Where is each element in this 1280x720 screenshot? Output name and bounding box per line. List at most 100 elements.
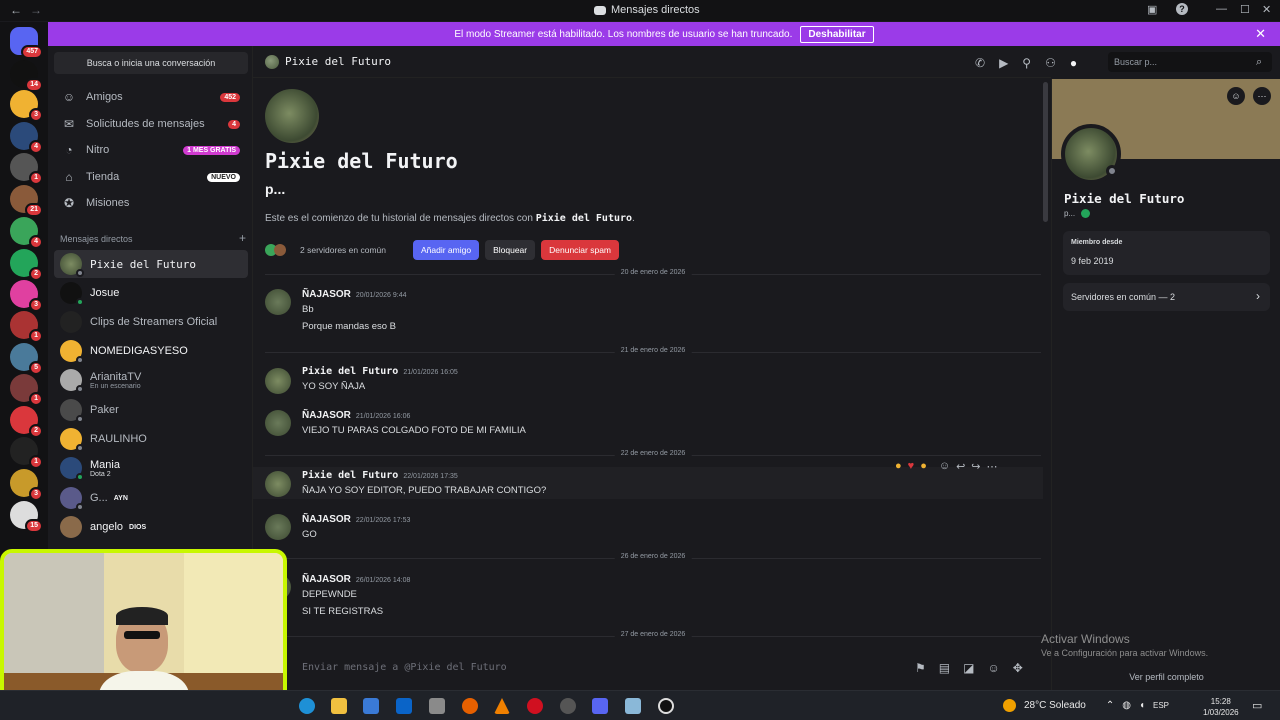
- clock[interactable]: 15:28 1/03/2026: [1203, 696, 1239, 718]
- opera-icon[interactable]: [527, 698, 543, 714]
- discord-icon[interactable]: [592, 698, 608, 714]
- dm-item[interactable]: RAULINHO: [54, 425, 248, 453]
- avatar[interactable]: [265, 514, 291, 540]
- message-input[interactable]: Enviar mensaje a @Pixie del Futuro: [302, 662, 507, 673]
- message-group[interactable]: ÑAJASOR 21/01/2026 16:06 VIEJO TU PARAS C…: [253, 410, 1043, 440]
- server-icon[interactable]: 5: [10, 343, 43, 375]
- add-friend-button[interactable]: Añadir amigo: [413, 240, 480, 260]
- laugh-reaction-icon[interactable]: ●: [895, 460, 902, 473]
- dm-item[interactable]: Mania Dota 2: [54, 454, 248, 482]
- profile-avatar[interactable]: [1061, 124, 1121, 184]
- server-icon[interactable]: 457: [10, 27, 43, 59]
- message-group[interactable]: Pixie del Futuro 21/01/2026 16:05 YO SOY …: [253, 366, 1043, 396]
- sidebar-item-nitro[interactable]: ◔ Nitro 1 MES GRATIS: [54, 137, 248, 163]
- report-spam-button[interactable]: Denunciar spam: [541, 240, 620, 260]
- voice-call-icon[interactable]: ✆: [975, 56, 985, 70]
- minimize-button[interactable]: —: [1216, 3, 1227, 15]
- app-icon[interactable]: [429, 698, 445, 714]
- sidebar-item-quests[interactable]: ✪ Misiones: [54, 190, 248, 216]
- chat-scrollbar[interactable]: [1043, 82, 1048, 222]
- dm-item[interactable]: NOMEDIGASYESO: [54, 337, 248, 365]
- lang-indicator[interactable]: ESP: [1153, 701, 1169, 710]
- pin-icon[interactable]: ⚲: [1022, 56, 1031, 70]
- reply-icon[interactable]: ↩: [956, 460, 965, 473]
- server-icon[interactable]: 1: [10, 153, 43, 185]
- chevron-up-icon[interactable]: ⌃: [1106, 700, 1114, 711]
- vlc-icon[interactable]: [494, 698, 510, 714]
- avatar[interactable]: [265, 368, 291, 394]
- disable-streamer-button[interactable]: Deshabilitar: [800, 25, 874, 43]
- add-friend-icon[interactable]: ☺: [1227, 87, 1245, 105]
- server-icon[interactable]: 4: [10, 122, 43, 154]
- block-button[interactable]: Bloquear: [485, 240, 536, 260]
- server-icon[interactable]: 14: [10, 60, 43, 92]
- more-options-icon[interactable]: ⋯: [1253, 87, 1271, 105]
- notifications-icon[interactable]: ▭: [1252, 699, 1262, 712]
- sidebar-item-friends[interactable]: ☺ Amigos 452: [54, 84, 248, 110]
- avatar[interactable]: [265, 289, 291, 315]
- back-arrow-icon[interactable]: ←: [10, 3, 22, 17]
- server-icon[interactable]: 1: [10, 374, 43, 406]
- server-icon[interactable]: 3: [10, 90, 43, 122]
- mutual-servers-row[interactable]: Servidores en común — 2 ›: [1063, 283, 1270, 311]
- mutual-servers-link[interactable]: 2 servidores en común: [300, 245, 386, 255]
- find-conversation-button[interactable]: Busca o inicia una conversación: [54, 52, 248, 74]
- sticker-icon[interactable]: ◪: [963, 661, 974, 675]
- search-input[interactable]: Buscar p...: [1108, 52, 1272, 72]
- inbox-icon[interactable]: ▣: [1147, 3, 1157, 16]
- apps-icon[interactable]: ✥: [1013, 661, 1023, 675]
- create-dm-icon[interactable]: +: [239, 231, 246, 245]
- message-group[interactable]: ÑAJASOR 20/01/2026 9:44 Bb Porque mandas …: [253, 289, 1043, 339]
- sidebar-item-message-requests[interactable]: ✉ Solicitudes de mensajes 4: [54, 111, 248, 137]
- view-full-profile-link[interactable]: Ver perfil completo: [1052, 672, 1280, 682]
- message-author[interactable]: ÑAJASOR 20/01/2026 9:44: [302, 289, 407, 300]
- avatar[interactable]: [265, 471, 291, 497]
- heart-reaction-icon[interactable]: ♥: [908, 460, 915, 473]
- dm-item[interactable]: Paker: [54, 396, 248, 424]
- avatar[interactable]: [265, 410, 291, 436]
- dm-item[interactable]: ArianitaTV En un escenario: [54, 366, 248, 394]
- sidebar-item-shop[interactable]: ⌂ Tienda NUEVO: [54, 164, 248, 190]
- dm-item[interactable]: Josue: [54, 279, 248, 307]
- forward-icon[interactable]: ↪: [971, 460, 980, 473]
- heart-eyes-reaction-icon[interactable]: ●: [920, 460, 927, 473]
- add-reaction-icon[interactable]: ☺: [939, 460, 950, 473]
- server-icon[interactable]: 2: [10, 249, 43, 281]
- file-explorer-icon[interactable]: [331, 698, 347, 714]
- obs-icon[interactable]: [560, 698, 576, 714]
- message-author[interactable]: Pixie del Futuro 21/01/2026 16:05: [302, 366, 458, 377]
- volume-icon[interactable]: ◖: [1139, 700, 1145, 711]
- gif-icon[interactable]: ▤: [939, 661, 950, 675]
- network-icon[interactable]: ◍: [1122, 700, 1131, 711]
- message-group[interactable]: ÑAJASOR 26/01/2026 14:08 DEPEWNDE SI TE R…: [253, 574, 1043, 619]
- more-options-icon[interactable]: ⋯: [987, 460, 998, 473]
- store-icon[interactable]: [363, 698, 379, 714]
- forward-arrow-icon[interactable]: →: [30, 3, 42, 17]
- server-icon[interactable]: 1: [10, 437, 43, 469]
- server-icon[interactable]: 21: [10, 185, 43, 217]
- dm-item[interactable]: G... AYN: [54, 484, 248, 512]
- message-author[interactable]: ÑAJASOR 26/01/2026 14:08: [302, 574, 410, 585]
- server-icon[interactable]: 2: [10, 406, 43, 438]
- help-icon[interactable]: ?: [1176, 3, 1188, 15]
- dm-item[interactable]: Pixie del Futuro: [54, 250, 248, 278]
- message-composer[interactable]: Enviar mensaje a @Pixie del Futuro ⚑ ▤ ◪…: [253, 650, 1043, 686]
- add-friends-to-dm-icon[interactable]: ⚇: [1045, 56, 1056, 70]
- message-author[interactable]: ÑAJASOR 22/01/2026 17:53: [302, 514, 410, 525]
- gift-icon[interactable]: ⚑: [915, 661, 926, 675]
- server-icon[interactable]: 3: [10, 469, 43, 501]
- media-player-icon[interactable]: [658, 698, 674, 714]
- app-icon[interactable]: [625, 698, 641, 714]
- server-icon[interactable]: 15: [10, 501, 43, 533]
- firefox-icon[interactable]: [462, 698, 478, 714]
- server-icon[interactable]: 4: [10, 217, 43, 249]
- server-icon[interactable]: 3: [10, 280, 43, 312]
- message-author[interactable]: ÑAJASOR 21/01/2026 16:06: [302, 410, 410, 421]
- user-profile-icon[interactable]: ●: [1070, 56, 1077, 70]
- weather-text[interactable]: 28°C Soleado: [1024, 700, 1086, 711]
- close-banner-icon[interactable]: ✕: [1255, 26, 1266, 42]
- server-icon[interactable]: 1: [10, 311, 43, 343]
- close-window-button[interactable]: ✕: [1262, 3, 1271, 16]
- edge-icon[interactable]: [299, 698, 315, 714]
- video-call-icon[interactable]: ▶: [999, 56, 1008, 70]
